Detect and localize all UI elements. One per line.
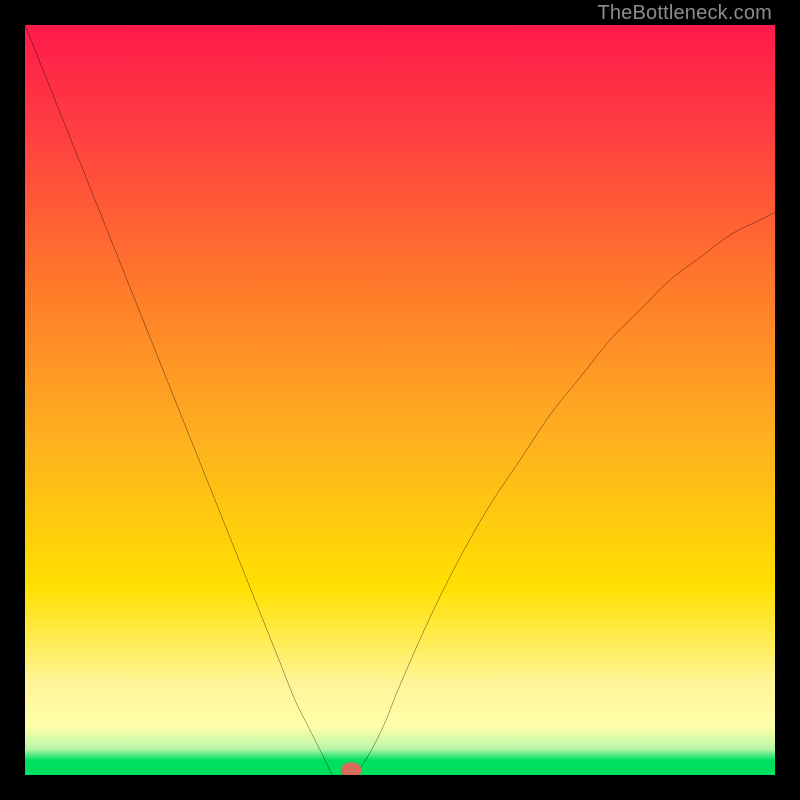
chart-frame: TheBottleneck.com — [0, 0, 800, 800]
bottleneck-curve — [25, 25, 775, 775]
optimum-marker — [341, 762, 362, 775]
watermark-text: TheBottleneck.com — [597, 2, 772, 25]
bottleneck-curve-svg — [25, 25, 775, 775]
plot-area — [25, 25, 775, 775]
